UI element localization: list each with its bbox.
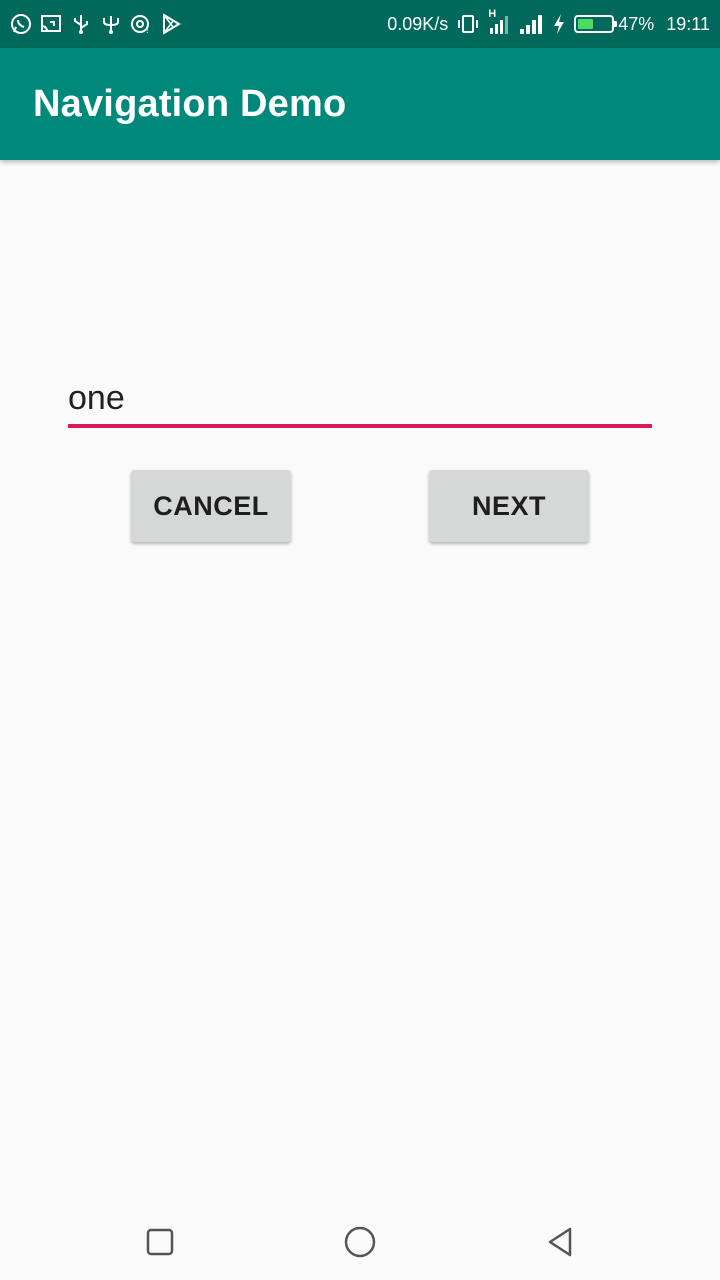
screen: ! 0.09K/s H 47% 19:11 Navigation Demo on…	[0, 0, 720, 1280]
network-type-label: H	[488, 8, 497, 20]
back-icon[interactable]	[540, 1222, 580, 1262]
home-icon[interactable]	[340, 1222, 380, 1262]
network-h-icon: H	[488, 8, 510, 36]
clock: 19:11	[666, 13, 710, 34]
signal-icon	[518, 13, 544, 35]
navigation-bar	[0, 1204, 720, 1280]
text-input[interactable]: one	[68, 372, 652, 428]
network-speed: 0.09K/s	[387, 13, 449, 34]
play-store-icon	[160, 13, 182, 35]
battery-icon	[574, 15, 618, 33]
recent-apps-icon[interactable]	[140, 1222, 180, 1262]
battery-level	[578, 19, 594, 29]
screen-cast-icon	[40, 13, 62, 35]
battery-percent: 47%	[618, 13, 655, 34]
notification-icons: !	[10, 13, 182, 35]
app-bar: Navigation Demo	[0, 48, 720, 160]
usb-debug-icon	[100, 13, 122, 35]
vibrate-icon	[456, 14, 480, 34]
app-title: Navigation Demo	[33, 82, 347, 125]
next-button[interactable]: NEXT	[429, 470, 589, 542]
status-bar: ! 0.09K/s H 47% 19:11	[0, 0, 720, 48]
cancel-button[interactable]: CANCEL	[131, 470, 291, 542]
charging-icon	[552, 13, 566, 35]
system-indicators: 0.09K/s H 47% 19:11	[387, 8, 710, 36]
usb-icon	[70, 13, 92, 35]
text-input-value: one	[68, 379, 125, 417]
sync-icon: !	[130, 13, 152, 35]
whatsapp-icon	[10, 13, 32, 35]
svg-text:!: !	[146, 25, 149, 35]
